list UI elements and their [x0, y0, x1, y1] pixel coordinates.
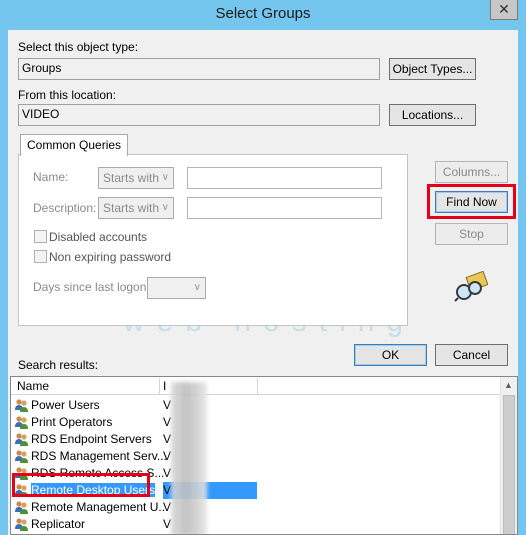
close-icon: ✕: [498, 1, 510, 17]
group-folder: V: [163, 517, 172, 531]
group-name: RDS Endpoint Servers: [31, 432, 152, 446]
column-header-folder[interactable]: I: [163, 379, 166, 393]
group-icon: [14, 415, 29, 430]
select-groups-dialog: Select Groups ✕ ACCU web hosting Select …: [0, 0, 526, 535]
scroll-thumb[interactable]: [503, 395, 515, 534]
title-bar: Select Groups ✕: [0, 0, 526, 30]
tab-common-queries[interactable]: Common Queries: [20, 134, 129, 156]
dialog-client-area: ACCU web hosting Select this object type…: [8, 30, 518, 535]
days-since-logon-label: Days since last logon:: [33, 280, 150, 294]
group-folder: V: [163, 415, 172, 429]
scroll-up-icon[interactable]: ▲: [504, 380, 513, 390]
description-input[interactable]: [187, 197, 382, 219]
disabled-accounts-checkbox[interactable]: [34, 230, 47, 243]
column-divider[interactable]: [257, 378, 258, 394]
search-results-label: Search results:: [18, 358, 99, 372]
group-icon: [14, 466, 29, 481]
dialog-title: Select Groups: [215, 5, 311, 22]
name-mode-value: Starts with: [103, 171, 160, 185]
group-folder: V: [163, 483, 172, 497]
group-icon: [14, 398, 29, 413]
table-row[interactable]: Remote Management U... V: [11, 499, 509, 516]
vertical-scrollbar[interactable]: ▲: [500, 377, 517, 534]
disabled-accounts-label: Disabled accounts: [49, 230, 148, 244]
group-name: Power Users: [31, 398, 100, 412]
table-row[interactable]: RDS Remote Access S... V: [11, 465, 509, 482]
group-name: Replicator: [31, 517, 86, 531]
description-label: Description:: [33, 201, 97, 215]
column-header-name[interactable]: Name: [17, 379, 49, 393]
non-expiring-password-label: Non expiring password: [49, 250, 172, 264]
group-icon: [14, 449, 29, 464]
group-icon: [14, 432, 29, 447]
group-icon: [14, 483, 29, 498]
ok-button[interactable]: OK: [354, 344, 427, 366]
object-types-button[interactable]: Object Types...: [389, 58, 476, 80]
find-now-button[interactable]: Find Now: [435, 191, 508, 213]
group-folder: V: [163, 432, 172, 446]
group-name: Print Operators: [31, 415, 113, 429]
location-field: VIDEO: [18, 104, 380, 126]
cancel-button[interactable]: Cancel: [435, 344, 508, 366]
group-icon: [14, 517, 29, 532]
group-folder: V: [163, 398, 172, 412]
table-row[interactable]: Power Users V: [11, 397, 509, 414]
chevron-down-icon: ∨: [161, 202, 169, 213]
table-row[interactable]: Print Operators V: [11, 414, 509, 431]
group-name: RDS Remote Access S...: [31, 466, 165, 480]
results-header: Name I: [11, 377, 517, 395]
locations-button[interactable]: Locations...: [389, 104, 476, 126]
chevron-down-icon: ∨: [193, 282, 201, 293]
name-input[interactable]: [187, 167, 382, 189]
non-expiring-password-checkbox[interactable]: [34, 250, 47, 263]
table-row[interactable]: Replicator V: [11, 516, 509, 533]
days-since-logon-combo[interactable]: ∨: [147, 277, 206, 299]
group-icon: [14, 500, 29, 515]
blurred-column: [171, 382, 207, 534]
description-mode-value: Starts with: [103, 201, 160, 215]
name-mode-combo[interactable]: Starts with ∨: [98, 167, 174, 189]
group-folder: V: [163, 500, 172, 514]
description-mode-combo[interactable]: Starts with ∨: [98, 197, 174, 219]
group-name: Remote Desktop Users: [31, 483, 156, 497]
find-glasses-icon: [454, 270, 488, 302]
group-folder: V: [163, 466, 172, 480]
columns-button[interactable]: Columns...: [435, 161, 508, 183]
table-row[interactable]: RDS Endpoint Servers V: [11, 431, 509, 448]
group-name: RDS Management Serv...: [31, 449, 167, 463]
chevron-down-icon: ∨: [161, 172, 169, 183]
search-results-list[interactable]: Name I Power Users V Print Operators V RDS E…: [10, 376, 518, 535]
name-label: Name:: [33, 170, 69, 184]
close-button[interactable]: ✕: [490, 0, 518, 20]
column-divider[interactable]: [159, 378, 160, 394]
group-folder: V: [163, 449, 172, 463]
location-label: From this location:: [18, 88, 117, 102]
object-type-label: Select this object type:: [18, 40, 139, 54]
stop-button[interactable]: Stop: [435, 223, 508, 245]
table-row[interactable]: RDS Management Serv... V: [11, 448, 509, 465]
table-row[interactable]: Remote Desktop Users V: [11, 482, 509, 499]
object-type-field: Groups: [18, 58, 380, 80]
group-name: Remote Management U...: [31, 500, 169, 514]
